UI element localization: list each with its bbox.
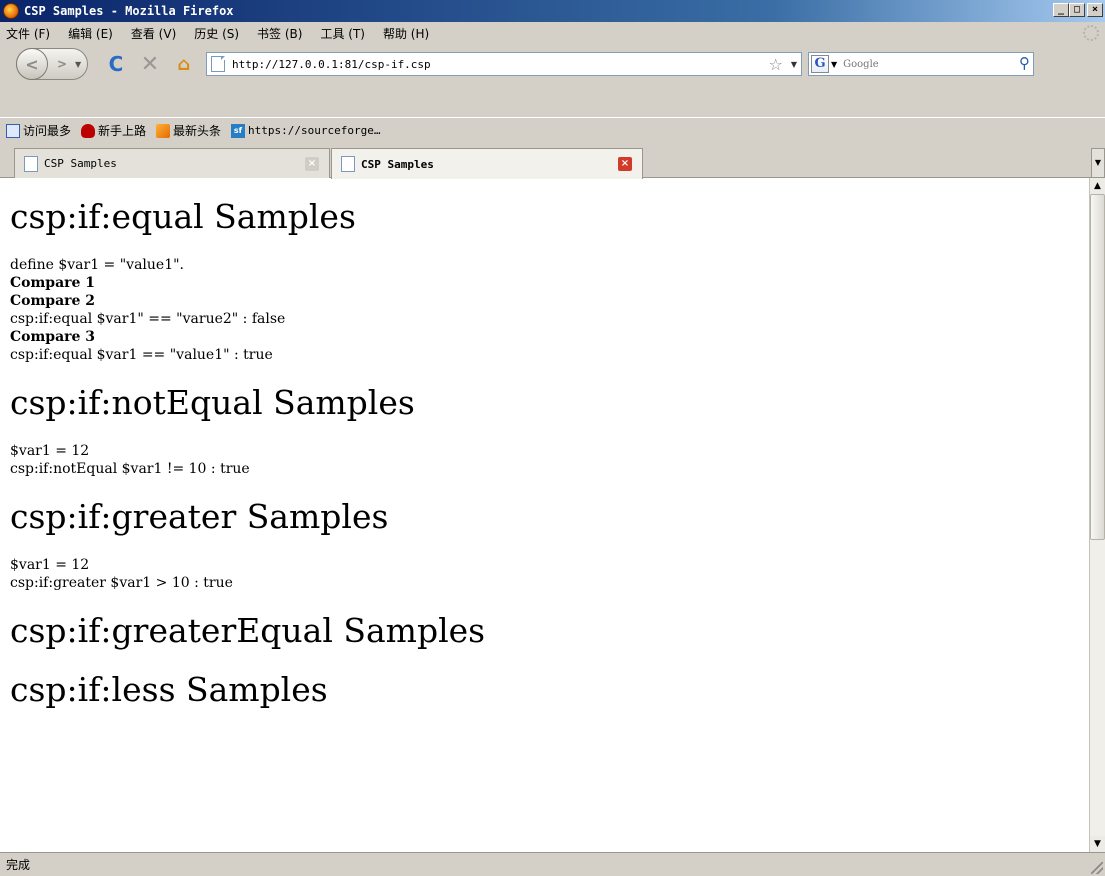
resize-grip-icon[interactable] (1091, 862, 1103, 874)
bookmark-label: 最新头条 (173, 124, 222, 138)
bull-icon (81, 123, 96, 138)
maximize-button[interactable]: □ (1069, 3, 1085, 17)
chevron-down-icon: ▼ (1094, 158, 1102, 167)
search-bar[interactable]: G ▼ Google ⚲ (808, 52, 1034, 76)
google-engine-icon[interactable]: G (811, 55, 829, 73)
vertical-scrollbar[interactable]: ▲ ▼ (1089, 178, 1105, 852)
bookmarks-toolbar: 访问最多 新手上路 最新头条 sf https://sourceforge… (0, 117, 1105, 143)
navigation-toolbar: < > ▼ C ✕ ⌂ http://127.0.0.1:81/csp-if.c… (0, 44, 1105, 84)
section-heading: csp:if:less Samples (10, 670, 328, 709)
url-input[interactable]: http://127.0.0.1:81/csp-if.csp (232, 58, 431, 71)
forward-arrow-icon: > (56, 57, 68, 71)
bookmark-sourceforge[interactable]: sf https://sourceforge… (231, 123, 381, 138)
menu-bookmarks[interactable]: 书签 (B) (257, 25, 302, 42)
stop-button[interactable]: ✕ (136, 50, 164, 78)
tab-list-button[interactable]: ▼ (1091, 148, 1105, 178)
scrollbar-thumb[interactable] (1090, 194, 1105, 540)
section-greater-equal: csp:if:greaterEqual Samples (10, 611, 1089, 651)
section-greater: csp:if:greater Samples $var1 = 12 csp:if… (10, 497, 1089, 592)
menu-edit[interactable]: 编辑 (E) (68, 25, 113, 42)
tab-csp-samples-2[interactable]: CSP Samples × (331, 148, 643, 179)
page-content: csp:if:equal Samples define $var1 = "val… (0, 178, 1089, 852)
text-line: Compare 2 (10, 293, 96, 309)
home-icon: ⌂ (177, 53, 191, 75)
reload-icon: C (108, 52, 124, 76)
bookmark-star-icon[interactable]: ☆ (769, 55, 783, 74)
text-line: define $var1 = "value1". (10, 257, 185, 273)
reload-button[interactable]: C (102, 50, 130, 78)
text-line: Compare 3 (10, 329, 96, 345)
scroll-down-button[interactable]: ▼ (1090, 836, 1105, 852)
scroll-up-button[interactable]: ▲ (1090, 178, 1105, 194)
arrow-down-icon: ▼ (1094, 839, 1101, 849)
menu-help[interactable]: 帮助 (H) (383, 25, 429, 42)
window-title-bar[interactable]: CSP Samples - Mozilla Firefox _ □ × (0, 0, 1105, 22)
stop-icon: ✕ (140, 51, 160, 77)
throbber-icon (1083, 25, 1099, 41)
home-button[interactable]: ⌂ (170, 50, 198, 78)
text-line: csp:if:equal $var1 == "value1" : true (10, 347, 273, 363)
menu-bar: 文件 (F) 编辑 (E) 查看 (V) 历史 (S) 书签 (B) 工具 (T… (0, 22, 1105, 44)
bookmark-label: https://sourceforge… (248, 124, 381, 137)
arrow-up-icon: ▲ (1094, 181, 1101, 191)
page-icon (211, 56, 225, 72)
menu-view[interactable]: 查看 (V) (131, 25, 176, 42)
window-controls: _ □ × (1053, 3, 1103, 17)
section-heading: csp:if:notEqual Samples (10, 383, 415, 422)
rss-icon (156, 123, 171, 138)
history-dropdown-icon[interactable]: ▼ (75, 60, 81, 69)
bookmark-latest-headlines[interactable]: 最新头条 (156, 122, 221, 139)
text-line: csp:if:greater $var1 > 10 : true (10, 575, 233, 591)
tab-title: CSP Samples (44, 157, 117, 170)
window-title: CSP Samples - Mozilla Firefox (24, 4, 234, 18)
close-tab-icon[interactable]: × (618, 157, 632, 171)
text-line: $var1 = 12 (10, 557, 90, 573)
search-icon[interactable]: ⚲ (1019, 54, 1030, 72)
text-line: csp:if:equal $var1" == "varue2" : false (10, 311, 286, 327)
firefox-logo-icon[interactable] (3, 3, 19, 19)
url-dropdown-icon[interactable]: ▼ (791, 60, 797, 69)
tab-strip: CSP Samples × CSP Samples × ▼ (0, 146, 1105, 179)
section-not-equal: csp:if:notEqual Samples $var1 = 12 csp:i… (10, 383, 1089, 478)
page-icon (24, 155, 38, 172)
section-equal: csp:if:equal Samples define $var1 = "val… (10, 197, 1089, 364)
section-heading: csp:if:greaterEqual Samples (10, 611, 486, 650)
bookmark-most-visited[interactable]: 访问最多 (6, 122, 71, 139)
status-bar: 完成 (0, 852, 1105, 876)
back-forward-group: < > ▼ (16, 48, 88, 80)
section-heading: csp:if:equal Samples (10, 197, 356, 236)
tab-csp-samples-1[interactable]: CSP Samples × (14, 148, 330, 178)
address-bar-actions: ☆ ▼ (769, 55, 798, 74)
page-icon (341, 156, 355, 172)
section-heading: csp:if:greater Samples (10, 497, 389, 536)
back-button[interactable]: < (16, 48, 48, 80)
search-input[interactable]: Google (843, 59, 879, 70)
search-icon (6, 123, 20, 138)
text-line: csp:if:notEqual $var1 != 10 : true (10, 461, 250, 477)
close-window-button[interactable]: × (1087, 3, 1103, 17)
menu-history[interactable]: 历史 (S) (194, 25, 239, 42)
search-engine-dropdown-icon[interactable]: ▼ (831, 60, 837, 69)
menu-file[interactable]: 文件 (F) (6, 25, 50, 42)
address-bar[interactable]: http://127.0.0.1:81/csp-if.csp ☆ ▼ (206, 52, 802, 76)
text-line: $var1 = 12 (10, 443, 90, 459)
bookmark-label: 新手上路 (98, 124, 147, 138)
text-line: Compare 1 (10, 275, 96, 291)
close-tab-icon[interactable]: × (305, 157, 319, 171)
menu-tools[interactable]: 工具 (T) (320, 25, 365, 42)
tab-title: CSP Samples (361, 157, 434, 171)
bookmark-getting-started[interactable]: 新手上路 (81, 122, 146, 139)
bookmark-label: 访问最多 (23, 124, 72, 138)
sourceforge-icon: sf (231, 123, 246, 138)
status-text: 完成 (6, 858, 31, 872)
back-arrow-icon: < (25, 54, 39, 74)
section-less: csp:if:less Samples (10, 670, 1089, 710)
minimize-button[interactable]: _ (1053, 3, 1069, 17)
forward-button[interactable]: > (51, 53, 73, 75)
